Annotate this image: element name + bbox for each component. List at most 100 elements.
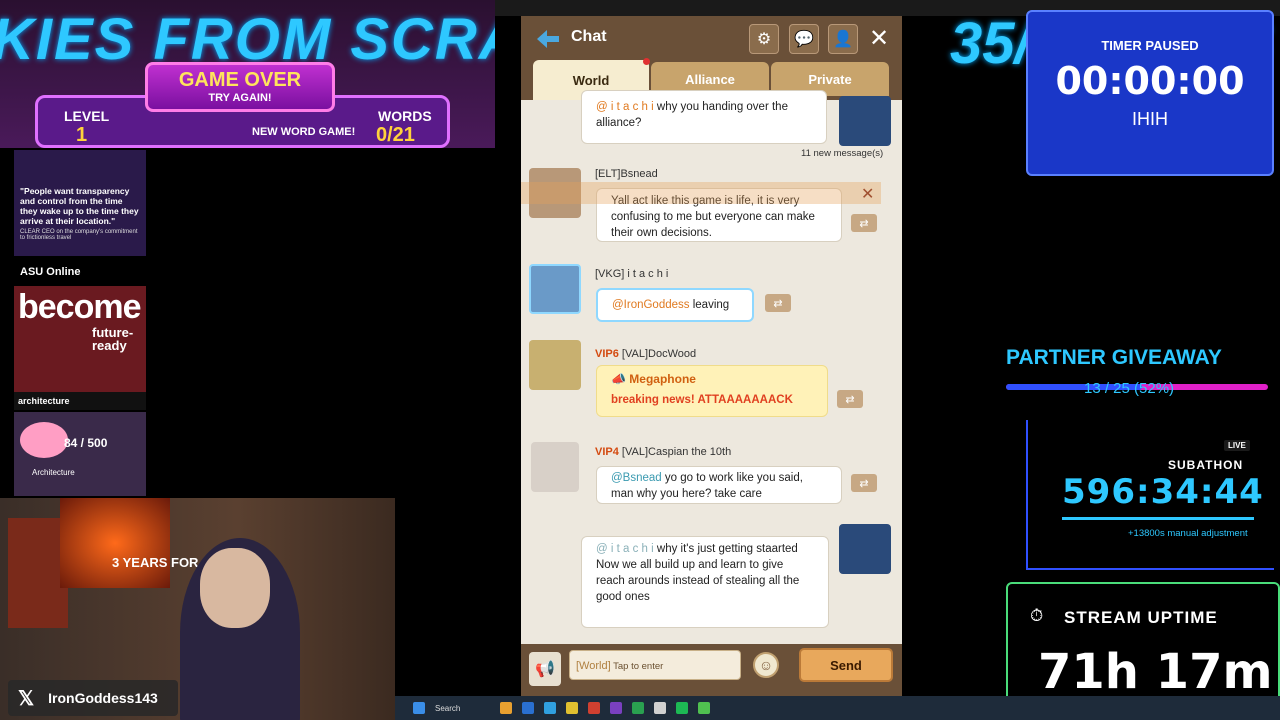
subathon-adjustment: +13800s manual adjustment <box>1128 528 1248 539</box>
ad-credit: CLEAR CEO on the company's commitment to… <box>20 229 138 241</box>
webcam-fire-art <box>60 498 170 588</box>
message-mention[interactable]: @IronGoddess <box>612 299 690 311</box>
subathon-label: SUBATHON <box>1168 458 1244 472</box>
timer-label: TIMER PAUSED <box>1101 38 1199 53</box>
profile-icon[interactable]: 👤 <box>828 24 858 54</box>
game-chat-window: Chat ⚙ 💬 👤 ✕ World Alliance Private @ i … <box>521 16 902 696</box>
app-icon[interactable] <box>698 702 711 714</box>
streamer-name: IronGoddess143 <box>48 690 158 706</box>
stopwatch-icon: ⏱ <box>1030 606 1044 625</box>
new-messages-indicator[interactable]: 11 new message(s) <box>801 148 883 159</box>
avatar[interactable] <box>531 442 579 492</box>
ad-brand: ASU Online <box>14 260 146 286</box>
game-banner: KIES FROM SCRATCH! LEVEL 1 WORDS 0/21 GA… <box>0 0 495 148</box>
subathon-time: 596:34:44 <box>1062 472 1264 512</box>
level-label: LEVEL <box>64 108 110 124</box>
translate-icon[interactable]: ⇄ <box>851 214 877 232</box>
words-value: 0/21 <box>376 124 415 146</box>
vip-badge: VIP4 <box>595 446 619 458</box>
back-arrow-icon[interactable] <box>535 28 561 50</box>
translate-icon[interactable]: ⇄ <box>851 474 877 492</box>
chat-message: @IronGoddess leaving <box>596 288 754 322</box>
chat-title: Chat <box>571 28 607 45</box>
ad-footer: architecture <box>14 392 146 410</box>
live-badge: LIVE <box>1224 440 1250 451</box>
notification-dot <box>643 58 650 65</box>
message-mention[interactable]: @ i t a c h i <box>596 101 654 113</box>
translate-icon[interactable]: ⇄ <box>765 294 791 312</box>
piggy-bank-icon <box>20 422 68 458</box>
piggy-goal-widget: 84 / 500 Architecture <box>14 412 146 496</box>
webcam-sign: 3 YEARS FOR <box>112 555 199 570</box>
giveaway-title: PARTNER GIVEAWAY <box>1006 346 1222 369</box>
ad-headline: become <box>18 288 141 326</box>
translate-icon[interactable]: ⇄ <box>837 390 863 408</box>
message-sender: [ELT]Bsnead <box>595 168 658 180</box>
chat-input-bar: 📢 [World] Tap to enter ☺ Send <box>521 644 902 696</box>
chrome-icon[interactable] <box>588 702 601 714</box>
avatar[interactable] <box>839 524 891 574</box>
message-sender: [VKG] i t a c h i <box>595 268 669 280</box>
ad-banner-clear[interactable]: "People want transparency and control fr… <box>14 150 146 256</box>
megaphone-icon: 📣 <box>611 372 626 386</box>
level-value: 1 <box>76 124 88 146</box>
timer-sub: IHIH <box>1132 109 1168 129</box>
game-over-title: GAME OVER <box>178 69 302 91</box>
app-icon[interactable] <box>500 702 513 714</box>
windows-start-icon[interactable] <box>413 702 425 714</box>
folder-icon[interactable] <box>566 702 579 714</box>
giveaway-count: 13 / 25 (52%) <box>1084 380 1175 397</box>
send-button[interactable]: Send <box>799 648 893 682</box>
vip-badge: VIP6 <box>595 348 619 360</box>
subathon-divider <box>1062 517 1254 520</box>
piggy-count: 84 / 500 <box>64 436 108 450</box>
chat-message-own: @ i t a c h i why you handing over the a… <box>581 90 827 144</box>
avatar[interactable] <box>529 340 581 390</box>
chat-header: Chat ⚙ 💬 👤 ✕ World Alliance Private <box>521 16 902 100</box>
chat-message-own: @ i t a c h i why it's just getting staa… <box>581 536 829 628</box>
avatar[interactable] <box>529 264 581 314</box>
taskbar-search[interactable]: Search <box>435 704 460 713</box>
avatar[interactable] <box>839 96 891 146</box>
ad-banner-asu[interactable]: ASU Online become future-ready architect… <box>14 260 146 410</box>
edge-icon[interactable] <box>544 702 557 714</box>
message-mention[interactable]: @Bsnead <box>611 472 662 484</box>
chat-message: @Bsnead yo go to work like you said, man… <box>596 466 842 504</box>
piggy-sub: Architecture <box>32 468 75 477</box>
megaphone-title: 📣 Megaphone <box>611 372 696 386</box>
x-logo-icon: 𝕏 <box>18 687 35 710</box>
spotify-icon[interactable] <box>676 702 689 714</box>
settings-gear-icon[interactable]: ⚙ <box>749 24 779 54</box>
message-mention[interactable]: @ i t a c h i <box>596 543 654 555</box>
ad-subheadline: future-ready <box>92 325 134 353</box>
uptime-value: 71h 17m <box>1038 644 1273 700</box>
app-icon[interactable] <box>522 702 535 714</box>
message-text: leaving <box>692 299 730 311</box>
subathon-widget: LIVE SUBATHON 596:34:44 +13800s manual a… <box>1026 420 1274 570</box>
uptime-label: STREAM UPTIME <box>1064 608 1218 627</box>
megaphone-button[interactable]: 📢 <box>529 652 561 686</box>
streamer-name-tag: 𝕏 IronGoddess143 <box>8 680 178 716</box>
channel-tag: [World] <box>576 660 611 672</box>
megaphone-text: breaking news! ATTAAAAAAACK <box>611 394 793 406</box>
new-word-label: NEW WORD GAME! <box>252 126 356 138</box>
chat-input[interactable]: [World] Tap to enter <box>569 650 741 680</box>
xbox-icon[interactable] <box>632 702 645 714</box>
app-icon[interactable] <box>610 702 623 714</box>
app-icon[interactable] <box>654 702 667 714</box>
timer-value: 00:00:00 <box>1055 59 1245 103</box>
close-icon[interactable]: ✕ <box>869 24 889 53</box>
notification-bar <box>521 182 881 204</box>
chat-bubbles-icon[interactable]: 💬 <box>789 24 819 54</box>
taskbar: Search <box>395 696 1280 720</box>
message-sender: VIP4 [VAL]Caspian the 10th <box>595 446 732 458</box>
input-placeholder: Tap to enter <box>613 661 664 672</box>
streamer-head <box>200 548 270 628</box>
megaphone-message: 📣 Megaphone breaking news! ATTAAAAAAACK <box>596 365 828 417</box>
message-sender: VIP6 [VAL]DocWood <box>595 348 697 360</box>
timer-widget: TIMER PAUSED 00:00:00 IHIH <box>1026 10 1274 176</box>
emoji-icon[interactable]: ☺ <box>753 652 779 678</box>
game-over-box: GAME OVER TRY AGAIN! <box>145 62 335 112</box>
try-again-text: TRY AGAIN! <box>208 92 272 104</box>
close-icon[interactable]: ✕ <box>861 184 874 204</box>
